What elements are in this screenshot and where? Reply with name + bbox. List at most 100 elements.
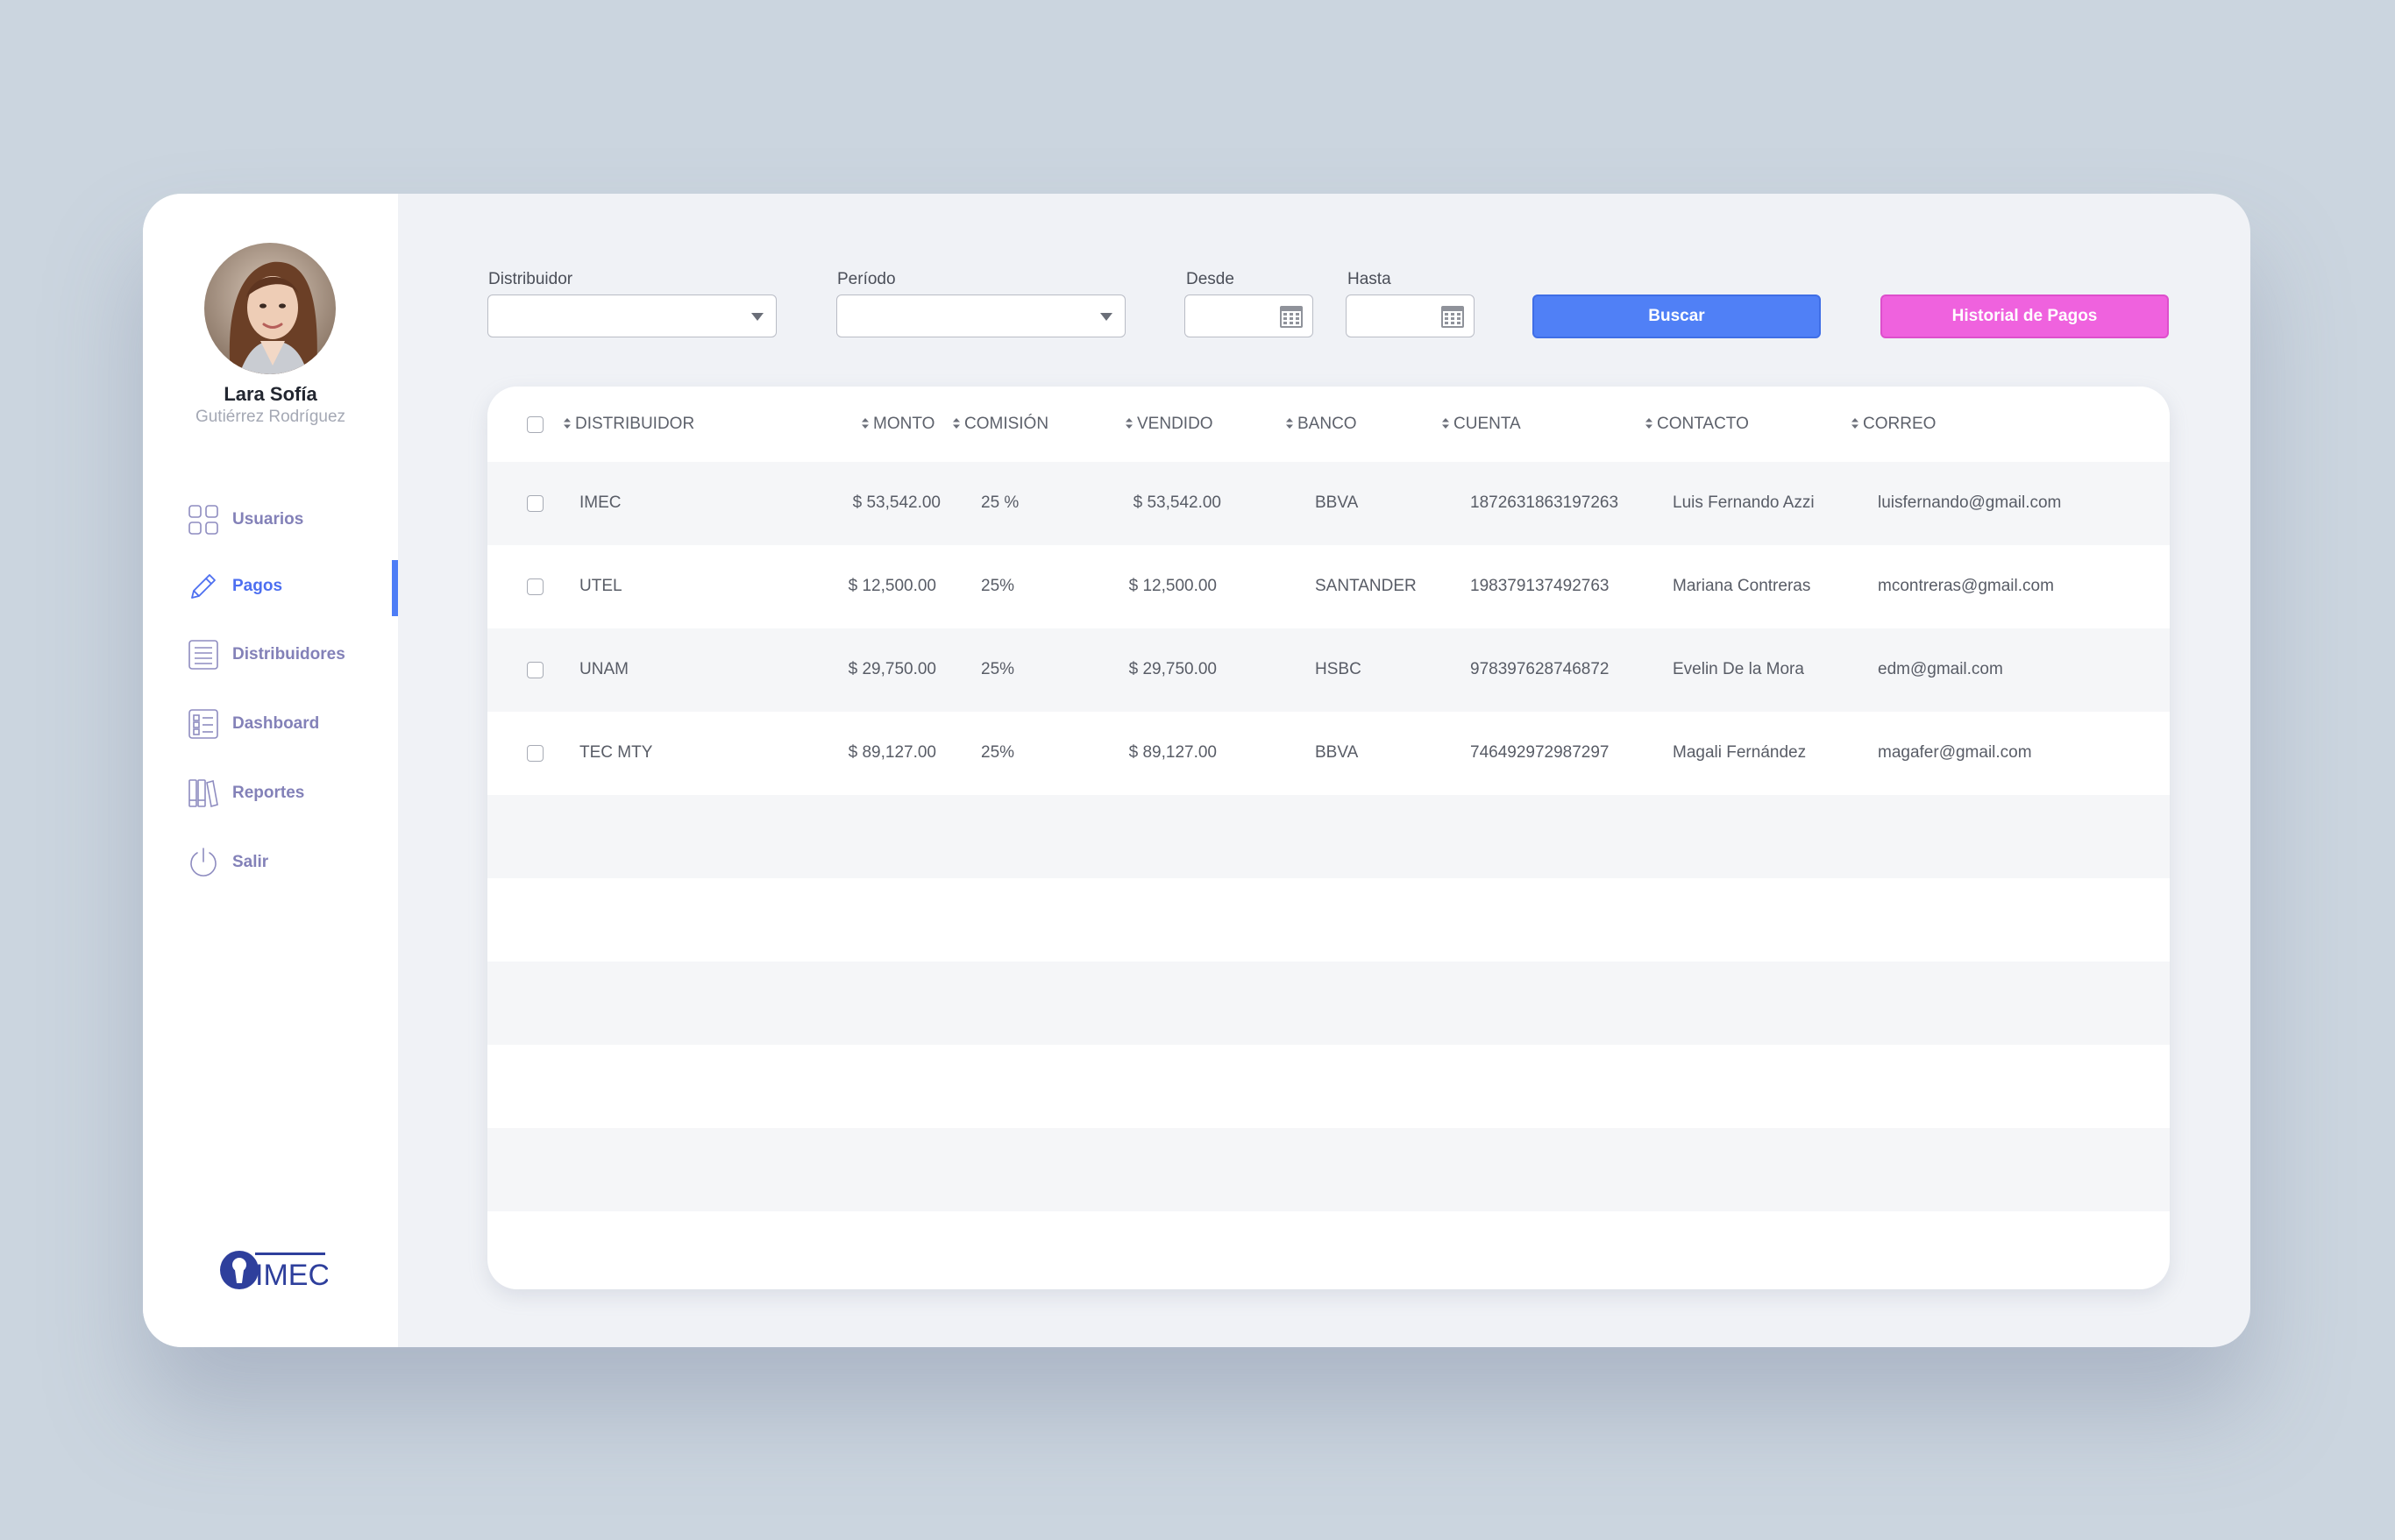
table-row (487, 1045, 2170, 1128)
column-header-5[interactable]: BANCO (1286, 415, 1357, 434)
payments-table: DISTRIBUIDOR MONTO COMISIÓN VENDIDO BANCO CUE… (487, 387, 2170, 1289)
desde-label: Desde (1186, 270, 1234, 288)
sidebar-item-label: Distribuidores (232, 645, 345, 664)
periodo-select[interactable] (836, 295, 1126, 337)
column-header-3[interactable]: COMISIÓN (953, 415, 1048, 434)
sort-icon[interactable] (564, 415, 571, 434)
table-cell: 978397628746872 (1470, 660, 1610, 678)
column-header-8[interactable]: CORREO (1851, 415, 1936, 434)
sidebar-item-usuarios[interactable]: Usuarios (187, 493, 398, 546)
buscar-button[interactable]: Buscar (1532, 295, 1821, 338)
distribuidor-select[interactable] (487, 295, 777, 337)
books-icon (187, 777, 220, 810)
table-cell: $ 89,127.00 (848, 743, 936, 762)
sort-icon[interactable] (953, 415, 960, 434)
sort-icon[interactable] (862, 415, 869, 434)
periodo-label: Período (837, 270, 896, 288)
hasta-label: Hasta (1347, 270, 1391, 288)
row-checkbox[interactable] (527, 662, 544, 678)
table-cell: UTEL (579, 577, 622, 595)
row-checkbox[interactable] (527, 578, 544, 595)
table-cell: $ 89,127.00 (1128, 743, 1217, 762)
table-cell: 25 % (981, 493, 1020, 512)
select-all-checkbox[interactable] (527, 416, 544, 433)
sidebar-item-label: Usuarios (232, 510, 304, 529)
power-icon (187, 846, 220, 879)
table-row (487, 1211, 2170, 1289)
column-header-6[interactable]: CUENTA (1442, 415, 1521, 434)
column-header-4[interactable]: VENDIDO (1126, 415, 1213, 434)
app-window: Lara Sofía Gutiérrez Rodríguez Usuarios … (143, 194, 2250, 1347)
column-header-7[interactable]: CONTACTO (1645, 415, 1749, 434)
table-header: DISTRIBUIDOR MONTO COMISIÓN VENDIDO BANCO CUE… (487, 387, 2170, 462)
avatar-photo (204, 243, 336, 374)
table-cell: 746492972987297 (1470, 743, 1610, 762)
sidebar-item-label: Reportes (232, 784, 305, 802)
table-cell: $ 12,500.00 (1128, 577, 1217, 595)
column-header-label: COMISIÓN (964, 415, 1049, 433)
user-last-name: Gutiérrez Rodríguez (195, 408, 346, 426)
row-checkbox[interactable] (527, 745, 544, 762)
avatar[interactable] (204, 243, 336, 374)
table-cell: Mariana Contreras (1673, 577, 1811, 595)
sidebar-item-pagos[interactable]: Pagos (187, 560, 398, 616)
table-cell: 25% (981, 743, 1015, 762)
sort-icon[interactable] (1286, 415, 1293, 434)
table-row (487, 962, 2170, 1045)
table-cell: SANTANDER (1315, 577, 1417, 595)
sidebar-item-reportes[interactable]: Reportes (187, 767, 398, 820)
sort-icon[interactable] (1645, 415, 1652, 434)
list-icon (187, 638, 220, 671)
sidebar-item-label: Pagos (232, 577, 283, 595)
calendar-icon[interactable] (1440, 304, 1465, 333)
hasta-date-input[interactable] (1346, 295, 1475, 337)
table-cell: Luis Fernando Azzi (1673, 493, 1815, 512)
grid-icon (187, 503, 220, 536)
sort-icon[interactable] (1442, 415, 1449, 434)
table-cell: 198379137492763 (1470, 577, 1610, 595)
table-cell: $ 29,750.00 (848, 660, 936, 678)
row-checkbox[interactable] (527, 495, 544, 512)
column-header-1[interactable]: DISTRIBUIDOR (564, 415, 694, 434)
table-cell: 25% (981, 660, 1015, 678)
table-cell: $ 29,750.00 (1128, 660, 1217, 678)
sort-icon[interactable] (1126, 415, 1133, 434)
table-row: TEC MTY $ 89,127.00 25% $ 89,127.00 BBVA 7464… (487, 712, 2170, 795)
desde-date-input[interactable] (1184, 295, 1313, 337)
table-row (487, 1128, 2170, 1211)
calendar-icon[interactable] (1279, 304, 1304, 333)
table-cell: $ 12,500.00 (848, 577, 936, 595)
column-header-label: VENDIDO (1137, 415, 1213, 433)
column-header-2[interactable]: MONTO (862, 415, 935, 434)
logo-text: IMEC (255, 1259, 328, 1292)
table-cell: UNAM (579, 660, 629, 678)
table-row: IMEC $ 53,542.00 25 % $ 53,542.00 BBVA 187263… (487, 462, 2170, 545)
sidebar-item-label: Salir (232, 853, 269, 871)
table-row (487, 795, 2170, 878)
table-cell: IMEC (579, 493, 622, 512)
sidebar-item-label: Dashboard (232, 714, 320, 733)
table-cell: luisfernando@gmail.com (1878, 493, 2062, 512)
column-header-label: CUENTA (1453, 415, 1521, 433)
sidebar: Lara Sofía Gutiérrez Rodríguez Usuarios … (143, 194, 398, 1347)
table-cell: $ 53,542.00 (852, 493, 941, 512)
table-row (487, 878, 2170, 962)
sidebar-item-distribuidores[interactable]: Distribuidores (187, 628, 398, 681)
sort-icon[interactable] (1851, 415, 1858, 434)
table-cell: magafer@gmail.com (1878, 743, 2032, 762)
table-row: UNAM $ 29,750.00 25% $ 29,750.00 HSBC 9783976… (487, 628, 2170, 712)
table-cell: $ 53,542.00 (1133, 493, 1221, 512)
sidebar-item-dashboard[interactable]: Dashboard (187, 698, 398, 750)
table-cell: Evelin De la Mora (1673, 660, 1804, 678)
historial-pagos-button[interactable]: Historial de Pagos (1880, 295, 2169, 338)
chevron-down-icon (751, 313, 764, 321)
table-cell: HSBC (1315, 660, 1361, 678)
table-cell: 25% (981, 577, 1015, 595)
column-header-label: BANCO (1297, 415, 1357, 433)
column-header-label: CONTACTO (1657, 415, 1749, 433)
column-header-label: DISTRIBUIDOR (575, 415, 695, 433)
sidebar-item-salir[interactable]: Salir (187, 836, 398, 889)
imec-logo: IMEC (218, 1246, 330, 1294)
table-cell: mcontreras@gmail.com (1878, 577, 2054, 595)
pencil-icon (187, 570, 220, 603)
